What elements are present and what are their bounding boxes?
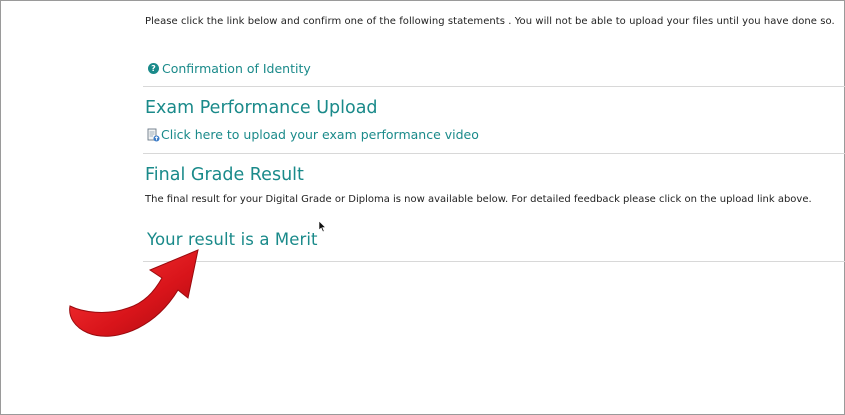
question-circle-icon: ? xyxy=(148,63,159,74)
final-result-description: The final result for your Digital Grade … xyxy=(145,194,812,205)
confirmation-of-identity-label: Confirmation of Identity xyxy=(162,61,311,76)
result-merit-text: Your result is a Merit xyxy=(147,230,318,249)
mouse-cursor-icon xyxy=(318,220,327,233)
final-grade-result-heading: Final Grade Result xyxy=(145,165,304,185)
section-divider xyxy=(143,153,845,154)
document-upload-icon xyxy=(147,128,160,141)
intro-instructions: Please click the link below and confirm … xyxy=(145,16,835,27)
red-curved-arrow-icon xyxy=(69,249,199,337)
upload-video-label: Click here to upload your exam performan… xyxy=(161,127,479,142)
confirmation-of-identity-link[interactable]: ? Confirmation of Identity xyxy=(148,61,311,76)
section-divider xyxy=(143,86,845,87)
upload-video-link[interactable]: Click here to upload your exam performan… xyxy=(147,127,479,142)
section-divider xyxy=(143,261,845,262)
exam-performance-upload-heading: Exam Performance Upload xyxy=(145,98,378,118)
